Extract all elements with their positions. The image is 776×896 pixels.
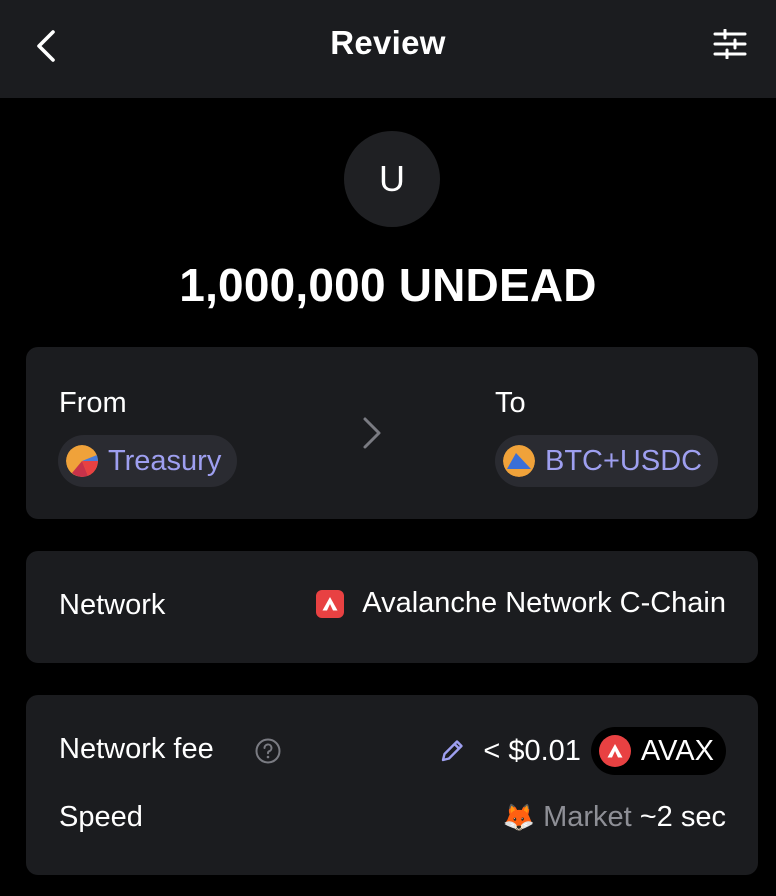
network-fee-label: Network fee	[59, 733, 214, 765]
network-fee-amount: < $0.01	[483, 734, 581, 767]
network-card: Network Avalanche Network C-Chain	[26, 551, 758, 663]
pencil-icon[interactable]	[439, 738, 465, 764]
transfer-card: From Treasury To BTC+USDC	[26, 347, 758, 519]
settings-button[interactable]	[710, 24, 750, 64]
to-account-pill[interactable]: BTC+USDC	[495, 435, 719, 487]
token-amount: 1,000,000 UNDEAD	[179, 259, 597, 311]
help-circle-icon[interactable]	[255, 738, 281, 764]
avalanche-icon	[316, 589, 345, 618]
fee-token-pill: AVAX	[590, 727, 726, 775]
chevron-right-icon	[363, 417, 381, 449]
fee-card: Network fee < $0.01 AVAX Speed 🦊 Market …	[26, 695, 758, 875]
from-account-name: Treasury	[108, 444, 222, 477]
network-fee-value-row: < $0.01 AVAX	[439, 727, 726, 775]
to-label: To	[495, 387, 526, 419]
to-account-name: BTC+USDC	[545, 444, 703, 477]
speed-label: Speed	[59, 801, 143, 833]
fee-token-symbol: AVAX	[640, 734, 714, 767]
token-avatar: U	[344, 131, 440, 227]
avalanche-icon	[598, 735, 631, 767]
speed-selector[interactable]: 🦊 Market ~2 sec	[503, 801, 726, 834]
fox-icon: 🦊	[502, 802, 536, 832]
sliders-icon	[713, 29, 747, 59]
speed-mode: Market	[543, 801, 632, 833]
from-account-pill[interactable]: Treasury	[58, 435, 238, 487]
from-label: From	[59, 387, 127, 419]
treasury-icon	[66, 445, 98, 477]
speed-time: ~2 sec	[639, 801, 726, 833]
page-title: Review	[330, 24, 446, 61]
network-name: Avalanche Network C-Chain	[362, 587, 726, 619]
network-label: Network	[59, 589, 166, 621]
top-bar: Review	[0, 0, 776, 98]
btc-usdc-icon	[503, 445, 535, 477]
network-value-row: Avalanche Network C-Chain	[316, 587, 726, 620]
